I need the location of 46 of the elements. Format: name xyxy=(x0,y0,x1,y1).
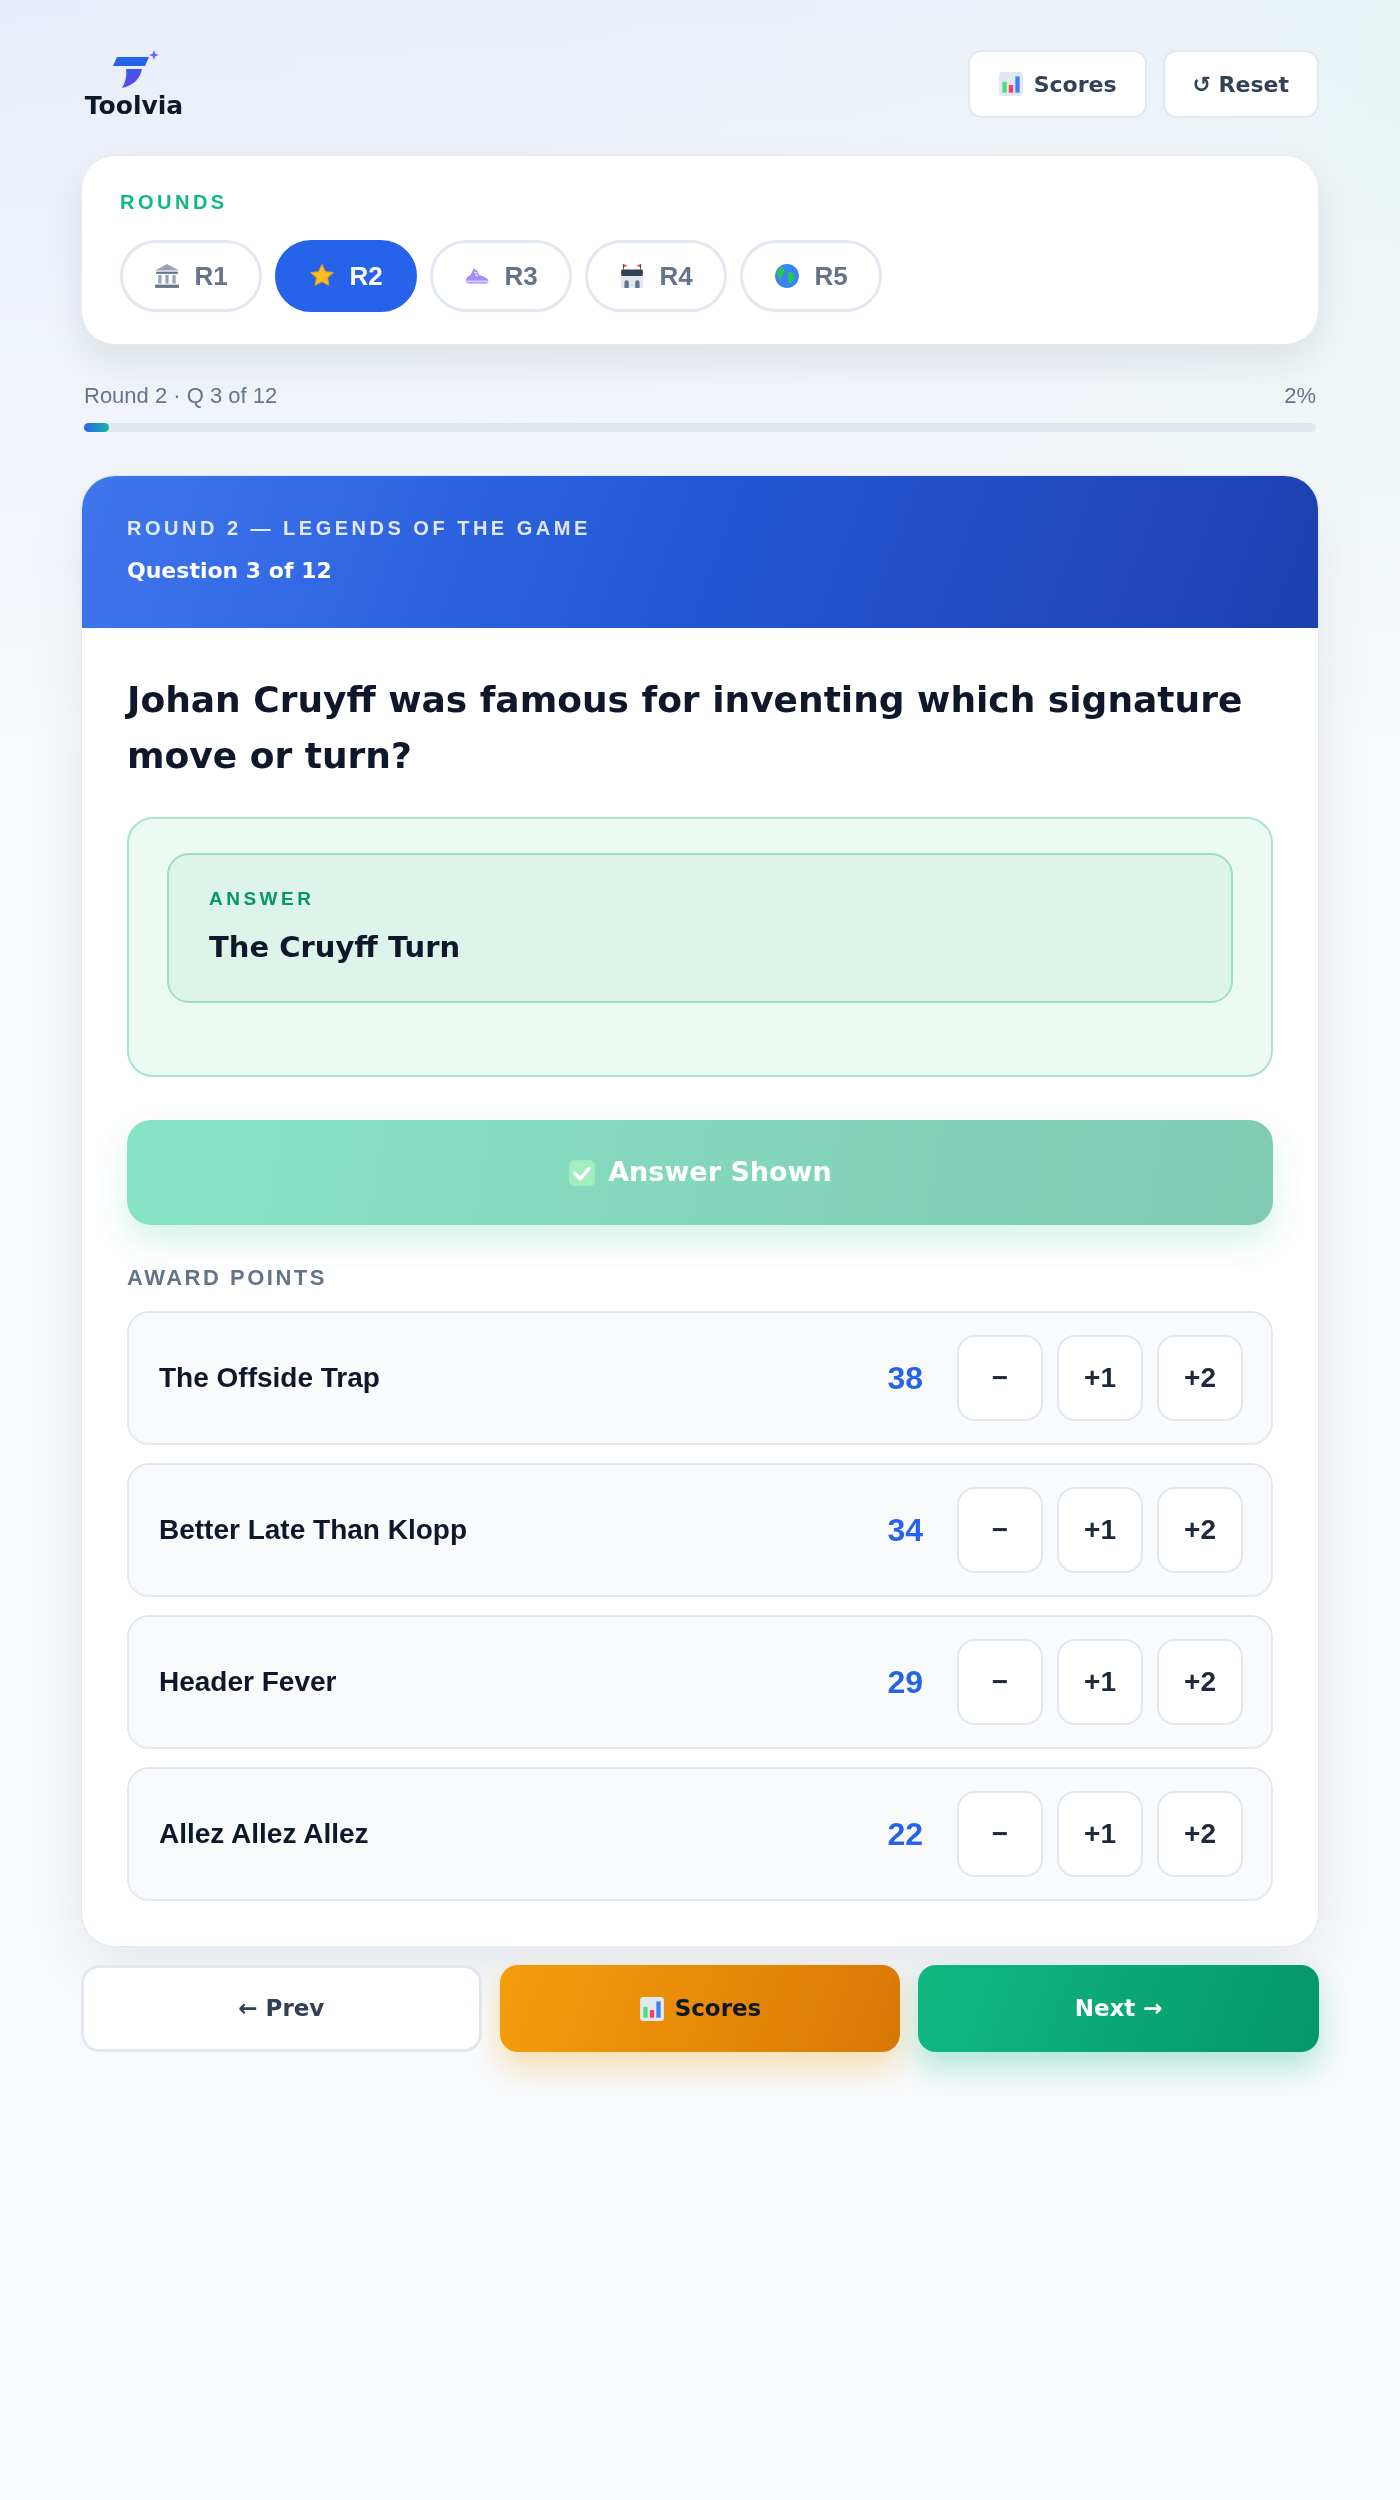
section-title: AWARD POINTS xyxy=(127,1267,328,1290)
minus-button[interactable]: − xyxy=(957,1639,1043,1726)
answer-label: ANSWER xyxy=(209,889,316,909)
globe-icon xyxy=(774,263,801,289)
round-title: ROUND 2 — LEGENDS OF THE GAME xyxy=(127,516,592,541)
team-score: 38 xyxy=(887,1359,923,1399)
stadium-icon xyxy=(619,263,646,289)
team-name: The Offside Trap xyxy=(159,1361,380,1396)
section-title: ROUNDS xyxy=(120,192,229,212)
question-text: Johan Cruyff was famous for inventing which signature move or turn? xyxy=(127,678,1244,779)
plus-one-button[interactable]: +1 xyxy=(1057,1487,1143,1574)
plus-one-button[interactable]: +1 xyxy=(1057,1791,1143,1878)
scores-button[interactable]: Scores xyxy=(967,50,1147,118)
round-tab[interactable]: R3 xyxy=(430,240,572,312)
progress-percent: 2% xyxy=(1284,383,1316,410)
round-tab[interactable]: R5 xyxy=(740,240,882,312)
round-tab[interactable]: R2 xyxy=(275,240,417,312)
plus-two-button[interactable]: +2 xyxy=(1157,1335,1243,1422)
reset-button[interactable]: ↺ Reset xyxy=(1162,50,1319,118)
plus-one-button[interactable]: +1 xyxy=(1057,1335,1143,1422)
plus-two-button[interactable]: +2 xyxy=(1157,1791,1243,1878)
building-icon xyxy=(154,263,181,289)
team-name: Header Fever xyxy=(159,1665,337,1700)
round-tab[interactable]: R4 xyxy=(585,240,727,312)
plus-one-button[interactable]: +1 xyxy=(1057,1639,1143,1726)
team-name: Better Late Than Klopp xyxy=(159,1513,467,1548)
minus-button[interactable]: − xyxy=(957,1335,1043,1422)
logo-text: Toolvia xyxy=(84,93,184,118)
answer-text: The Cruyff Turn xyxy=(209,930,462,966)
plus-two-button[interactable]: +2 xyxy=(1157,1639,1243,1726)
question-number: Question 3 of 12 xyxy=(127,558,333,585)
scores-button[interactable]: Scores xyxy=(499,1965,901,2053)
star-icon xyxy=(309,263,336,289)
progress-label: Round 2 · Q 3 of 12 xyxy=(84,383,278,410)
minus-button[interactable]: − xyxy=(957,1487,1043,1574)
minus-button[interactable]: − xyxy=(957,1791,1043,1878)
round-tab[interactable]: R1 xyxy=(120,240,262,312)
team-score: 34 xyxy=(887,1511,923,1551)
checkbox-tick-icon xyxy=(568,1158,597,1187)
team-score: 22 xyxy=(887,1815,923,1855)
team-score: 29 xyxy=(887,1663,923,1703)
prev-button[interactable]: ← Prev xyxy=(81,1965,482,2053)
bar-chart-icon xyxy=(638,1995,665,2022)
team-name: Allez Allez Allez xyxy=(159,1817,369,1852)
bar-chart-icon xyxy=(997,71,1024,97)
plus-two-button[interactable]: +2 xyxy=(1157,1487,1243,1574)
